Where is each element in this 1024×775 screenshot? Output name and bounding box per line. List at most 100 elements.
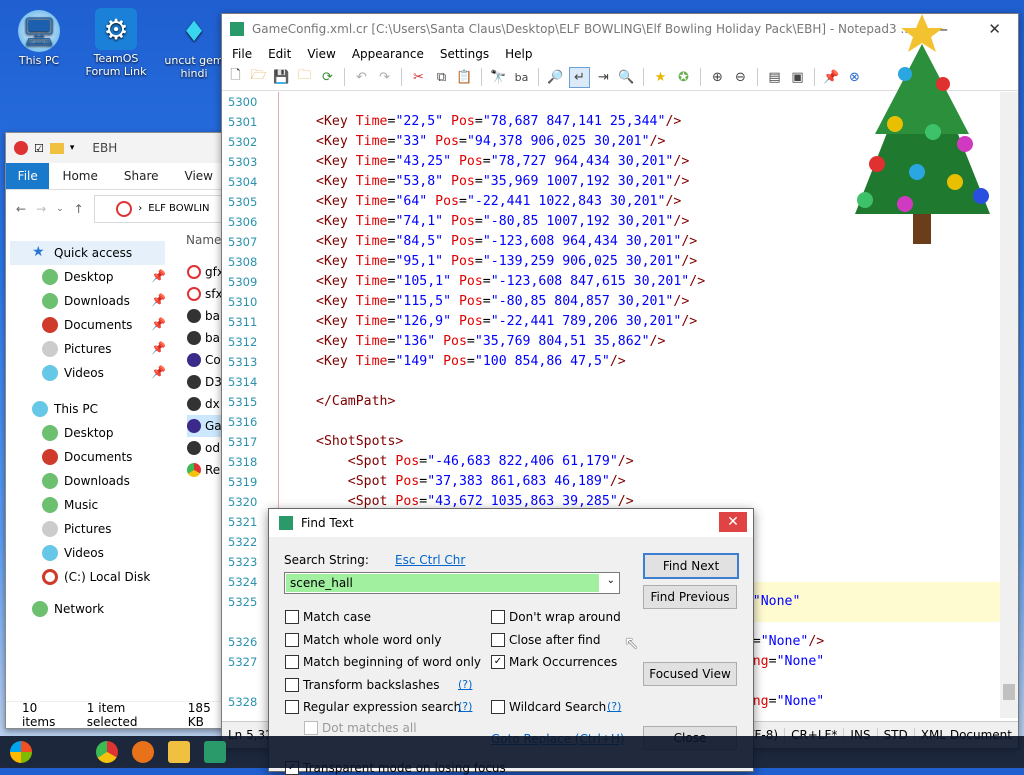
scroll-thumb[interactable] — [1003, 684, 1015, 700]
nav-quick-access[interactable]: ★ Quick access — [10, 241, 165, 265]
folder-icon[interactable] — [49, 142, 64, 154]
open-folder-icon[interactable]: 🗁 — [249, 68, 268, 87]
favorites-icon[interactable]: ★ — [651, 68, 670, 87]
customize-icon[interactable]: ▣ — [788, 68, 807, 87]
cut-icon[interactable]: ✂ — [409, 68, 428, 87]
address-bar[interactable]: › ELF BOWLIN — [93, 195, 226, 223]
nav-pc-videos[interactable]: Videos — [42, 541, 104, 565]
file-row[interactable]: od — [187, 437, 220, 459]
find-next-button[interactable]: Find Next — [643, 553, 739, 579]
nav-qa-downloads[interactable]: Downloads — [42, 289, 130, 313]
pin-icon[interactable]: 📌 — [151, 365, 166, 379]
indent-icon[interactable]: ⇥ — [594, 68, 613, 87]
nav-pc-documents[interactable]: Documents — [42, 445, 132, 469]
tab-file[interactable]: File — [6, 163, 50, 189]
desktop-icon-this-pc[interactable]: 🖥 This PC — [4, 10, 74, 67]
zoom-in-icon[interactable]: ⊕ — [708, 68, 727, 87]
esc-ctrl-chr-link[interactable]: Esc Ctrl Chr — [395, 553, 465, 567]
refresh-icon[interactable]: ⟳ — [318, 68, 337, 87]
check-icon[interactable]: ☑ — [34, 142, 44, 155]
nav-pc-pictures[interactable]: Pictures — [42, 517, 112, 541]
add-favorite-icon[interactable]: ✪ — [674, 68, 693, 87]
chevron-down-icon[interactable]: ⌄ — [607, 575, 615, 586]
match-whole-word-checkbox[interactable]: Match whole word only — [285, 633, 441, 647]
save-icon[interactable]: 💾 — [272, 68, 291, 87]
file-row[interactable]: Re — [187, 459, 220, 481]
scheme-icon[interactable]: ▤ — [765, 68, 784, 87]
chrome-icon[interactable] — [96, 741, 118, 763]
start-button-icon[interactable] — [10, 741, 32, 763]
menu-appearance[interactable]: Appearance — [344, 47, 432, 61]
close-icon[interactable]: ✕ — [719, 512, 747, 532]
file-row[interactable]: ba — [187, 305, 220, 327]
close-after-find-checkbox[interactable]: Close after find — [491, 633, 601, 647]
copy-icon[interactable]: ⧉ — [432, 68, 451, 87]
desktop-icon-teamos[interactable]: ⚙ TeamOS Forum Link — [81, 8, 151, 78]
file-row[interactable]: dx — [187, 393, 220, 415]
nav-qa-desktop[interactable]: Desktop — [42, 265, 114, 289]
firefox-icon[interactable] — [132, 741, 154, 763]
notepad3-taskbar-icon[interactable] — [204, 741, 226, 763]
help-link[interactable]: (?) — [458, 678, 472, 691]
pin-icon[interactable]: 📌 — [151, 317, 166, 331]
menu-edit[interactable]: Edit — [260, 47, 299, 61]
tab-view[interactable]: View — [172, 163, 226, 189]
column-header-name[interactable]: Name — [186, 233, 221, 247]
nav-pc-desktop[interactable]: Desktop — [42, 421, 114, 445]
pin-icon[interactable]: 📌 — [151, 341, 166, 355]
new-file-icon[interactable]: 🗋 — [226, 68, 245, 87]
toolbar-separator — [481, 68, 482, 86]
nav-qa-pictures[interactable]: Pictures — [42, 337, 112, 361]
menu-file[interactable]: File — [224, 47, 260, 61]
file-explorer-icon[interactable] — [168, 741, 190, 763]
desktop-icon-uncut-gem[interactable]: ♦ uncut gem hindi — [159, 10, 229, 80]
paste-icon[interactable]: 📋 — [455, 68, 474, 87]
file-row[interactable]: Co — [187, 349, 221, 371]
dont-wrap-checkbox[interactable]: Don't wrap around — [491, 610, 621, 624]
undo-icon[interactable]: ↶ — [352, 68, 371, 87]
focused-view-button[interactable]: Focused View — [643, 662, 737, 686]
replace-icon[interactable]: ba — [512, 68, 531, 87]
search-icon[interactable]: 🔍 — [617, 68, 636, 87]
nav-pc-music[interactable]: Music — [42, 493, 98, 517]
file-row[interactable]: ba — [187, 327, 220, 349]
menu-settings[interactable]: Settings — [432, 47, 497, 61]
help-link[interactable]: (?) — [607, 700, 621, 713]
mark-occurrences-checkbox[interactable]: ✓ Mark Occurrences — [491, 655, 617, 669]
wildcard-search-checkbox[interactable]: Wildcard Search — [491, 700, 606, 714]
tab-share[interactable]: Share — [111, 163, 172, 189]
up-arrow-icon[interactable]: ↑ — [74, 202, 84, 216]
help-link[interactable]: (?) — [458, 700, 472, 713]
match-case-checkbox[interactable]: Match case — [285, 610, 371, 624]
file-row[interactable]: sfx — [187, 283, 223, 305]
menu-view[interactable]: View — [299, 47, 343, 61]
pin-icon[interactable]: 📌 — [151, 293, 166, 307]
regex-search-checkbox[interactable]: Regular expression search — [285, 700, 461, 714]
toolbar-separator — [643, 68, 644, 86]
save-as-icon[interactable]: 🗀 — [295, 68, 314, 87]
find-icon[interactable]: 🔭 — [489, 68, 508, 87]
file-row[interactable]: gfx — [187, 261, 224, 283]
nav-network[interactable]: Network — [32, 597, 104, 621]
search-input[interactable]: scene_hall ⌄ — [284, 572, 620, 594]
chevron-down-icon[interactable]: ⌄ — [56, 204, 64, 214]
file-row[interactable]: D3 — [187, 371, 222, 393]
chevron-down-icon[interactable]: ▾ — [70, 143, 75, 153]
zoom-find-icon[interactable]: 🔎 — [546, 68, 565, 87]
zoom-out-icon[interactable]: ⊖ — [731, 68, 750, 87]
word-wrap-icon[interactable]: ↵ — [569, 66, 590, 88]
nav-pc-local-disk[interactable]: (C:) Local Disk — [42, 565, 150, 589]
menu-help[interactable]: Help — [497, 47, 540, 61]
nav-pc-downloads[interactable]: Downloads — [42, 469, 130, 493]
nav-qa-documents[interactable]: Documents — [42, 313, 132, 337]
pin-icon[interactable]: 📌 — [151, 269, 166, 283]
nav-this-pc[interactable]: This PC — [32, 397, 98, 421]
back-arrow-icon[interactable]: ← — [16, 202, 26, 216]
find-previous-button[interactable]: Find Previous — [643, 585, 737, 609]
forward-arrow-icon[interactable]: → — [36, 202, 46, 216]
nav-qa-videos[interactable]: Videos — [42, 361, 104, 385]
transform-backslashes-checkbox[interactable]: Transform backslashes — [285, 678, 439, 692]
tab-home[interactable]: Home — [49, 163, 110, 189]
match-beginning-checkbox[interactable]: Match beginning of word only — [285, 655, 481, 669]
redo-icon[interactable]: ↷ — [375, 68, 394, 87]
